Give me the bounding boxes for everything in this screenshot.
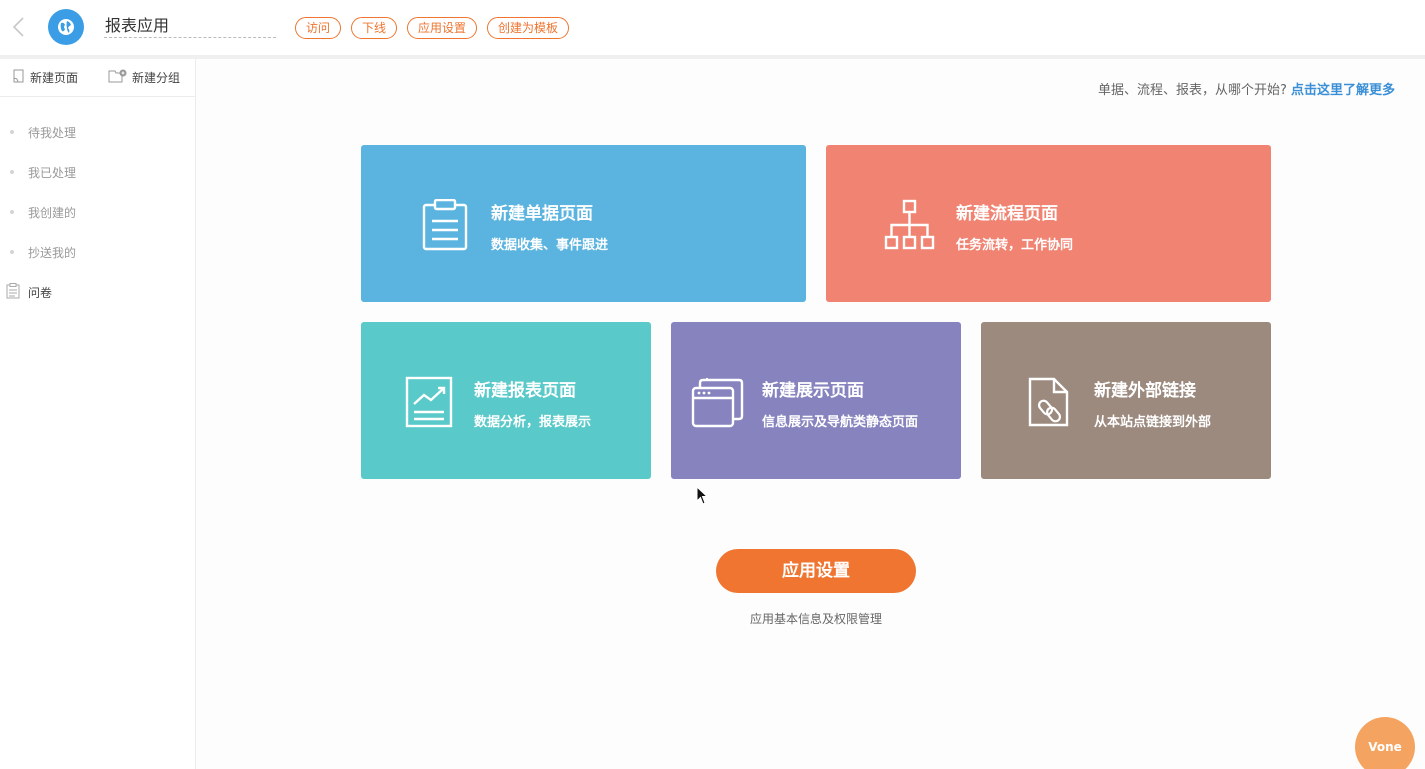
settings-description: 应用基本信息及权限管理 <box>749 612 882 626</box>
help-hint: 单据、流程、报表，从哪个开始? 点击这里了解更多 <box>1098 79 1395 98</box>
card-subtitle: 数据分析，报表展示 <box>474 415 592 430</box>
sidebar: 新建页面 新建分组 待我处理 我已处理 我创建的 抄送我的 问卷 <box>0 59 196 769</box>
form-icon <box>6 283 20 302</box>
sidebar-item-done[interactable]: 我已处理 <box>0 151 195 191</box>
sidebar-toolbar: 新建页面 新建分组 <box>0 59 195 97</box>
new-flow-page-card[interactable]: 新建流程页面 任务流转，工作协同 <box>826 145 1271 302</box>
sidebar-item-label: 我创建的 <box>28 206 77 220</box>
header-divider <box>0 55 1425 59</box>
card-title: 新建展示页面 <box>762 381 864 401</box>
card-subtitle: 信息展示及导航类静态页面 <box>762 415 919 430</box>
bullet-icon <box>10 250 14 254</box>
sidebar-item-created[interactable]: 我创建的 <box>0 191 195 231</box>
app-settings-button[interactable]: 应用设置 <box>407 17 477 39</box>
new-external-link-card[interactable]: 新建外部链接 从本站点链接到外部 <box>981 322 1271 479</box>
app-settings-main-button[interactable]: 应用设置 <box>716 549 916 593</box>
create-template-button[interactable]: 创建为模板 <box>487 17 569 39</box>
sidebar-item-label: 我已处理 <box>28 166 77 180</box>
card-title: 新建单据页面 <box>491 204 593 224</box>
card-title: 新建流程页面 <box>956 204 1058 224</box>
sidebar-item-label: 问卷 <box>28 286 53 300</box>
card-subtitle: 任务流转，工作协同 <box>956 238 1074 253</box>
windows-icon <box>691 376 745 432</box>
vone-chat-button[interactable]: Vone <box>1355 717 1415 769</box>
folder-add-icon <box>108 69 128 86</box>
clipboard-icon <box>421 198 469 255</box>
card-subtitle: 从本站点链接到外部 <box>1094 415 1212 430</box>
app-name-input[interactable]: 报表应用 <box>104 16 276 38</box>
learn-more-link[interactable]: 点击这里了解更多 <box>1291 83 1395 98</box>
bullet-icon <box>10 130 14 134</box>
offline-button[interactable]: 下线 <box>351 17 397 39</box>
sidebar-item-survey[interactable]: 问卷 <box>0 271 195 311</box>
card-subtitle: 数据收集、事件跟进 <box>491 238 609 253</box>
new-group-button[interactable]: 新建分组 <box>108 69 180 86</box>
org-chart-icon <box>884 199 936 255</box>
hint-text: 单据、流程、报表，从哪个开始? <box>1097 83 1287 98</box>
sidebar-item-cc[interactable]: 抄送我的 <box>0 231 195 271</box>
globe-icon <box>48 9 84 45</box>
new-page-button[interactable]: 新建页面 <box>12 69 78 86</box>
sidebar-item-todo[interactable]: 待我处理 <box>0 111 195 151</box>
top-bar: 报表应用 访问 下线 应用设置 创建为模板 <box>0 0 1425 55</box>
file-link-icon <box>1027 376 1071 432</box>
sidebar-item-label: 待我处理 <box>28 126 77 140</box>
card-title: 新建外部链接 <box>1094 381 1196 401</box>
new-page-label: 新建页面 <box>30 71 79 85</box>
chart-icon <box>405 376 453 432</box>
back-chevron-icon[interactable] <box>8 14 30 40</box>
bullet-icon <box>10 170 14 174</box>
card-title: 新建报表页面 <box>474 381 576 401</box>
bullet-icon <box>10 210 14 214</box>
visit-button[interactable]: 访问 <box>295 17 341 39</box>
mouse-cursor-icon <box>696 485 709 510</box>
new-report-page-card[interactable]: 新建报表页面 数据分析，报表展示 <box>361 322 651 479</box>
new-group-label: 新建分组 <box>132 71 181 85</box>
sidebar-item-label: 抄送我的 <box>28 246 77 260</box>
new-form-page-card[interactable]: 新建单据页面 数据收集、事件跟进 <box>361 145 806 302</box>
page-icon <box>12 69 26 86</box>
new-display-page-card[interactable]: 新建展示页面 信息展示及导航类静态页面 <box>671 322 961 479</box>
